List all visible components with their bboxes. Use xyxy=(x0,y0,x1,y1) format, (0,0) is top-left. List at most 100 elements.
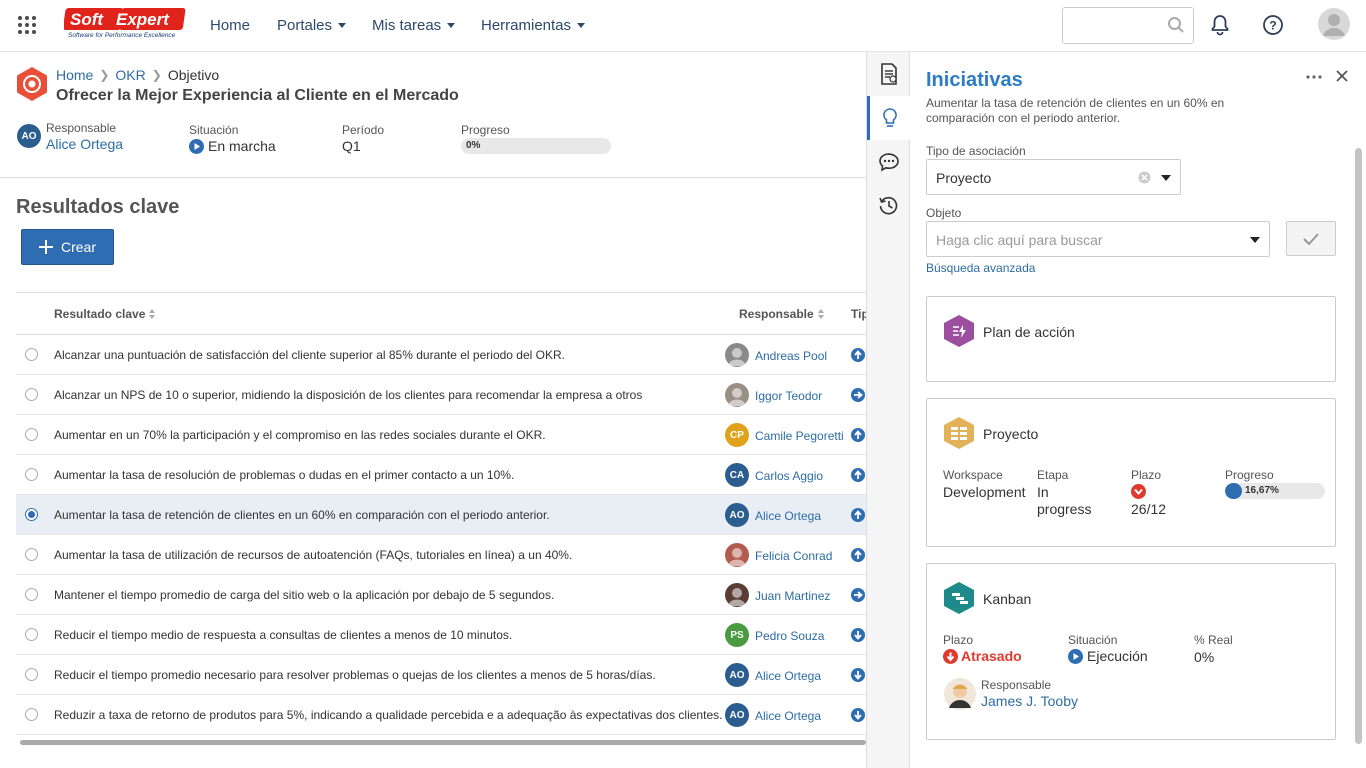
create-button[interactable]: Crear xyxy=(21,229,114,265)
tab-details[interactable] xyxy=(867,52,910,96)
result-text: Reducir el tiempo promedio necesario par… xyxy=(54,668,656,682)
column-header-type-label: Tip xyxy=(851,307,866,321)
responsable-link[interactable]: Alice Ortega xyxy=(46,136,123,152)
breadcrumb-okr[interactable]: OKR xyxy=(115,67,145,83)
initiative-card-project[interactable]: Proyecto Workspace Development Etapa In … xyxy=(926,398,1336,547)
row-radio[interactable] xyxy=(25,628,38,641)
bell-icon[interactable] xyxy=(1208,13,1232,37)
result-text: Aumentar la tasa de resolución de proble… xyxy=(54,468,515,482)
tab-initiatives[interactable] xyxy=(867,96,910,140)
check-icon xyxy=(1303,232,1319,245)
svg-text:Software for Performance Excel: Software for Performance Excellence xyxy=(68,32,176,39)
clear-icon[interactable] xyxy=(1138,171,1151,184)
search-icon[interactable] xyxy=(1167,16,1185,34)
row-radio[interactable] xyxy=(25,708,38,721)
column-header-owner[interactable]: Responsable xyxy=(739,307,824,321)
owner-link[interactable]: Camile Pegoretti xyxy=(755,429,844,443)
nav-portales[interactable]: Portales xyxy=(277,17,347,34)
type-up-icon xyxy=(851,468,865,482)
more-options-icon[interactable] xyxy=(1306,74,1322,80)
row-radio[interactable] xyxy=(25,428,38,441)
horizontal-scrollbar[interactable] xyxy=(20,740,866,745)
tipo-asociacion-select[interactable]: Proyecto xyxy=(926,159,1181,195)
owner-link[interactable]: Andreas Pool xyxy=(755,349,827,363)
tab-comments[interactable] xyxy=(867,140,910,184)
avatar: AO xyxy=(725,703,749,727)
help-icon[interactable]: ? xyxy=(1261,13,1285,37)
overdue-icon xyxy=(1131,484,1146,499)
responsable-link[interactable]: James J. Tooby xyxy=(981,693,1078,709)
owner-link[interactable]: Alice Ortega xyxy=(755,509,821,523)
result-text: Aumentar en un 70% la participación y el… xyxy=(54,428,546,442)
vertical-scrollbar[interactable] xyxy=(1355,148,1362,744)
caret-down-icon xyxy=(577,23,586,28)
objeto-label: Objeto xyxy=(926,206,962,220)
row-radio[interactable] xyxy=(25,388,38,401)
owner-link[interactable]: Iggor Teodor xyxy=(755,389,822,403)
table-row[interactable]: Reduzir a taxa de retorno de produtos pa… xyxy=(16,695,866,735)
owner-link[interactable]: Alice Ortega xyxy=(755,709,821,723)
table-row[interactable]: Alcanzar una puntuación de satisfacción … xyxy=(16,335,866,375)
avatar-initials: AO xyxy=(729,709,745,721)
row-radio[interactable] xyxy=(25,588,38,601)
advanced-search-link[interactable]: Búsqueda avanzada xyxy=(926,261,1035,275)
nav-herramientas[interactable]: Herramientas xyxy=(481,17,586,34)
column-header-result-label: Resultado clave xyxy=(54,307,146,321)
breadcrumb-home[interactable]: Home xyxy=(56,67,93,83)
type-up-icon xyxy=(851,508,865,522)
nav-home[interactable]: Home xyxy=(210,17,250,34)
panel-subtitle: Aumentar la tasa de retención de cliente… xyxy=(926,96,1225,125)
caret-down-icon xyxy=(1250,237,1260,243)
row-radio[interactable] xyxy=(25,508,38,521)
table-row[interactable]: Aumentar la tasa de utilización de recur… xyxy=(16,535,866,575)
row-radio[interactable] xyxy=(25,468,38,481)
user-avatar-icon[interactable] xyxy=(1318,8,1350,40)
tipo-asociacion-label: Tipo de asociación xyxy=(926,144,1026,158)
key-results-table: Resultado clave Responsable Tip Alcanzar… xyxy=(16,292,866,744)
result-text: Alcanzar un NPS de 10 o superior, midien… xyxy=(54,388,643,402)
owner-link[interactable]: Alice Ortega xyxy=(755,669,821,683)
objeto-search-input[interactable]: Haga clic aquí para buscar xyxy=(926,221,1270,257)
result-text: Reducir el tiempo medio de respuesta a c… xyxy=(54,628,513,642)
table-row[interactable]: Alcanzar un NPS de 10 o superior, midien… xyxy=(16,375,866,415)
apps-grid-icon[interactable] xyxy=(18,16,36,34)
situacion-value: En marcha xyxy=(189,138,276,154)
row-radio[interactable] xyxy=(25,548,38,561)
breadcrumb-current: Objetivo xyxy=(167,67,220,83)
column-header-type[interactable]: Tip xyxy=(851,307,866,321)
owner-link[interactable]: Juan Martinez xyxy=(755,589,830,603)
nav-herramientas-label: Herramientas xyxy=(481,17,572,34)
situacion-status: Ejecución xyxy=(1068,648,1148,664)
real-value: 0% xyxy=(1194,649,1215,665)
table-row[interactable]: Aumentar la tasa de resolución de proble… xyxy=(16,455,866,495)
confirm-button[interactable] xyxy=(1286,221,1336,256)
table-row[interactable]: Aumentar en un 70% la participación y el… xyxy=(16,415,866,455)
owner-link[interactable]: Pedro Souza xyxy=(755,629,824,643)
row-radio[interactable] xyxy=(25,668,38,681)
logo: Soft Expert Software for Performance Exc… xyxy=(63,6,190,40)
initiative-card-plan[interactable]: Plan de acción xyxy=(926,296,1336,382)
table-row[interactable]: Mantener el tiempo promedio de carga del… xyxy=(16,575,866,615)
svg-text:?: ? xyxy=(1269,19,1276,33)
table-row[interactable]: Reducir el tiempo promedio necesario par… xyxy=(16,655,866,695)
result-text: Alcanzar una puntuación de satisfacción … xyxy=(54,348,565,362)
card-title: Kanban xyxy=(983,591,1032,607)
side-tab-bar xyxy=(866,52,910,768)
row-radio[interactable] xyxy=(25,348,38,361)
progress-text: 16,67% xyxy=(1245,485,1279,496)
nav-mis-tareas[interactable]: Mis tareas xyxy=(372,17,456,34)
owner-link[interactable]: Carlos Aggio xyxy=(755,469,823,483)
avatar: AO xyxy=(17,124,41,148)
column-header-result[interactable]: Resultado clave xyxy=(54,307,156,321)
page-title: Ofrecer la Mejor Experiencia al Cliente … xyxy=(56,87,459,104)
plazo-status: Atrasado xyxy=(943,648,1022,664)
table-row[interactable]: Aumentar la tasa de retención de cliente… xyxy=(16,495,866,535)
initiative-card-kanban[interactable]: Kanban Plazo Atrasado Situación Ejecució… xyxy=(926,563,1336,740)
owner-link[interactable]: Felicia Conrad xyxy=(755,549,832,563)
tab-history[interactable] xyxy=(867,184,910,228)
table-row[interactable]: Reducir el tiempo medio de respuesta a c… xyxy=(16,615,866,655)
close-icon[interactable] xyxy=(1336,70,1348,82)
sort-icon xyxy=(817,309,824,319)
tipo-asociacion-value: Proyecto xyxy=(936,170,992,186)
search-input[interactable] xyxy=(1062,7,1194,44)
